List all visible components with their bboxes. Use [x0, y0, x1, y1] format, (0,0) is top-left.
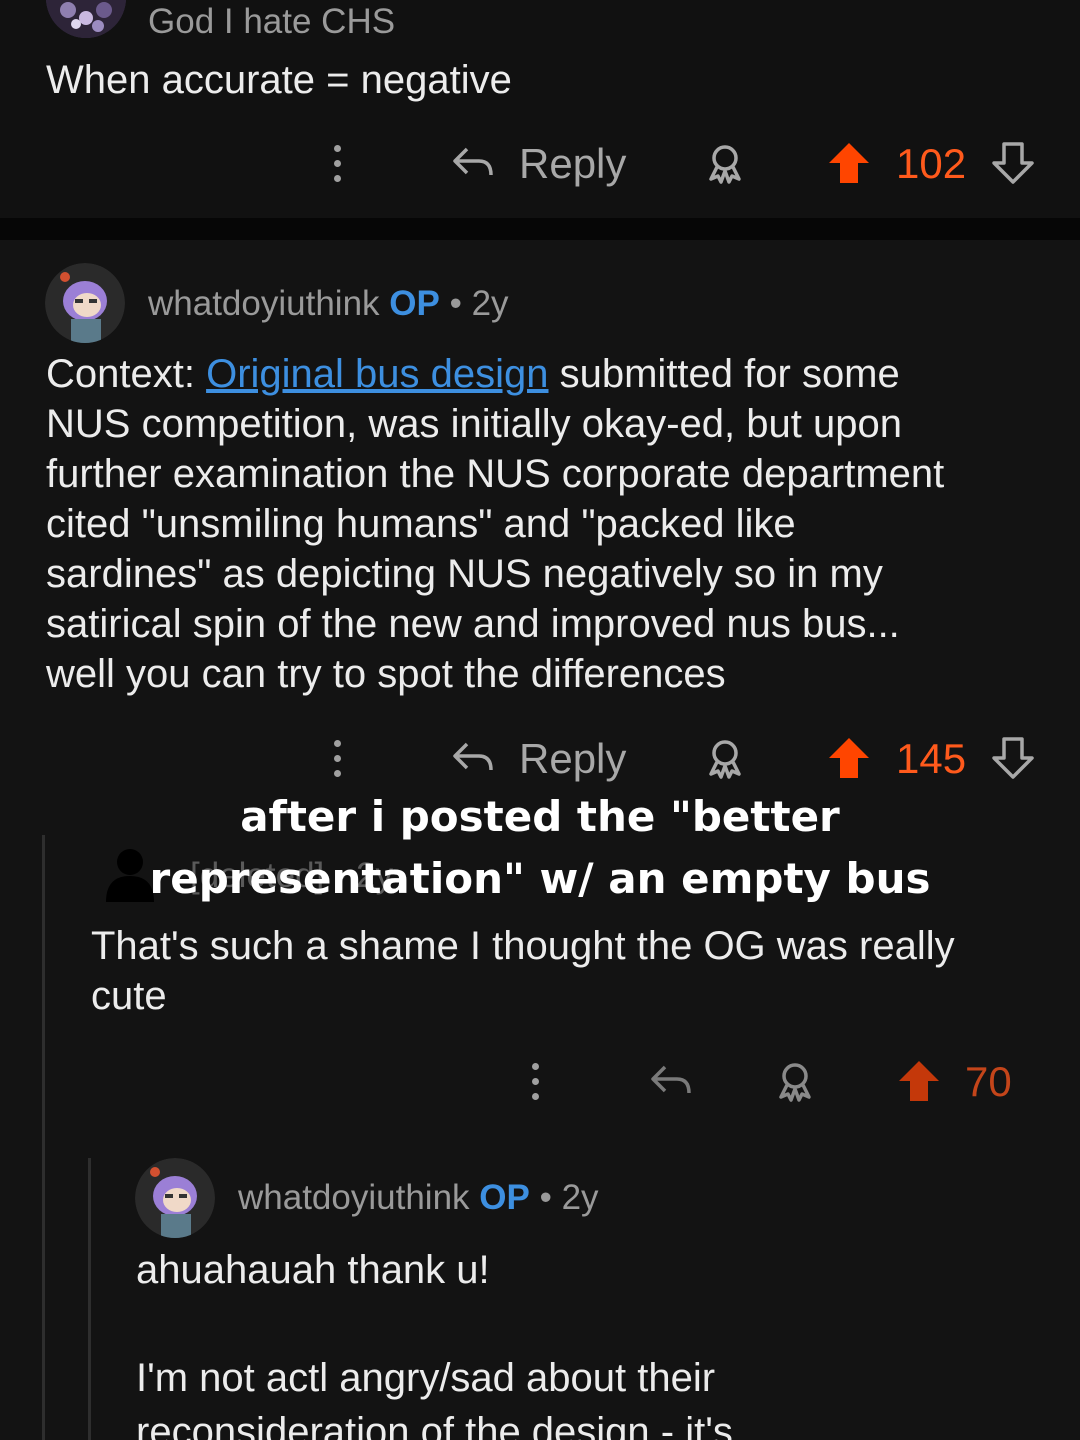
award-icon[interactable] [702, 735, 748, 781]
avatar[interactable] [135, 1158, 215, 1238]
downvote-icon[interactable] [990, 735, 1036, 781]
vote-score: 145 [896, 735, 967, 782]
reply-arrow-icon[interactable] [450, 140, 496, 186]
more-options-button[interactable] [524, 1058, 546, 1104]
reply-button[interactable]: Reply [519, 735, 626, 783]
upvote-icon[interactable] [826, 140, 872, 186]
vote-score: 102 [896, 140, 967, 187]
thread-line[interactable] [42, 835, 45, 1440]
op-badge: OP [479, 1178, 530, 1217]
downvote-icon[interactable] [990, 140, 1036, 186]
username[interactable]: God I hate CHS [148, 2, 395, 42]
comment-body: That's such a shame I thought the OG was… [91, 924, 955, 1018]
comment-age: 2y [471, 284, 509, 323]
more-options-button[interactable] [326, 735, 348, 781]
op-badge: OP [389, 284, 440, 323]
vote-score: 70 [965, 1058, 1012, 1105]
reply-arrow-icon[interactable] [450, 735, 496, 781]
upvote-icon[interactable] [826, 735, 872, 781]
award-icon[interactable] [702, 140, 748, 186]
comment-1: God I hate CHS When accurate = negative … [0, 0, 1080, 218]
more-options-button[interactable] [326, 140, 348, 186]
comment-thread: God I hate CHS When accurate = negative … [0, 0, 1080, 1440]
thread-line[interactable] [88, 1158, 91, 1440]
reply-arrow-icon[interactable] [648, 1058, 694, 1104]
avatar[interactable] [46, 0, 126, 38]
comment-body: Context: Original bus design submitted f… [46, 352, 945, 696]
kebab-menu-icon [333, 739, 341, 747]
avatar[interactable] [45, 263, 125, 343]
comment-body: ahuahauah thank u! I'm not actl angry/sa… [136, 1248, 733, 1440]
username[interactable]: whatdoyiuthink OP • 2y [238, 1178, 599, 1218]
comment-body: When accurate = negative [46, 58, 512, 102]
reply-button[interactable]: Reply [519, 140, 626, 188]
username[interactable]: whatdoyiuthink OP • 2y [148, 284, 509, 324]
kebab-menu-icon [333, 144, 341, 152]
comment-separator [0, 218, 1080, 240]
award-icon[interactable] [772, 1058, 818, 1104]
upvote-icon[interactable] [896, 1058, 942, 1104]
original-bus-design-link[interactable]: Original bus design [206, 352, 548, 396]
kebab-menu-icon [531, 1062, 539, 1070]
comment-age: 2y [561, 1178, 599, 1217]
overlay-caption: after i posted the "better representatio… [149, 792, 931, 903]
